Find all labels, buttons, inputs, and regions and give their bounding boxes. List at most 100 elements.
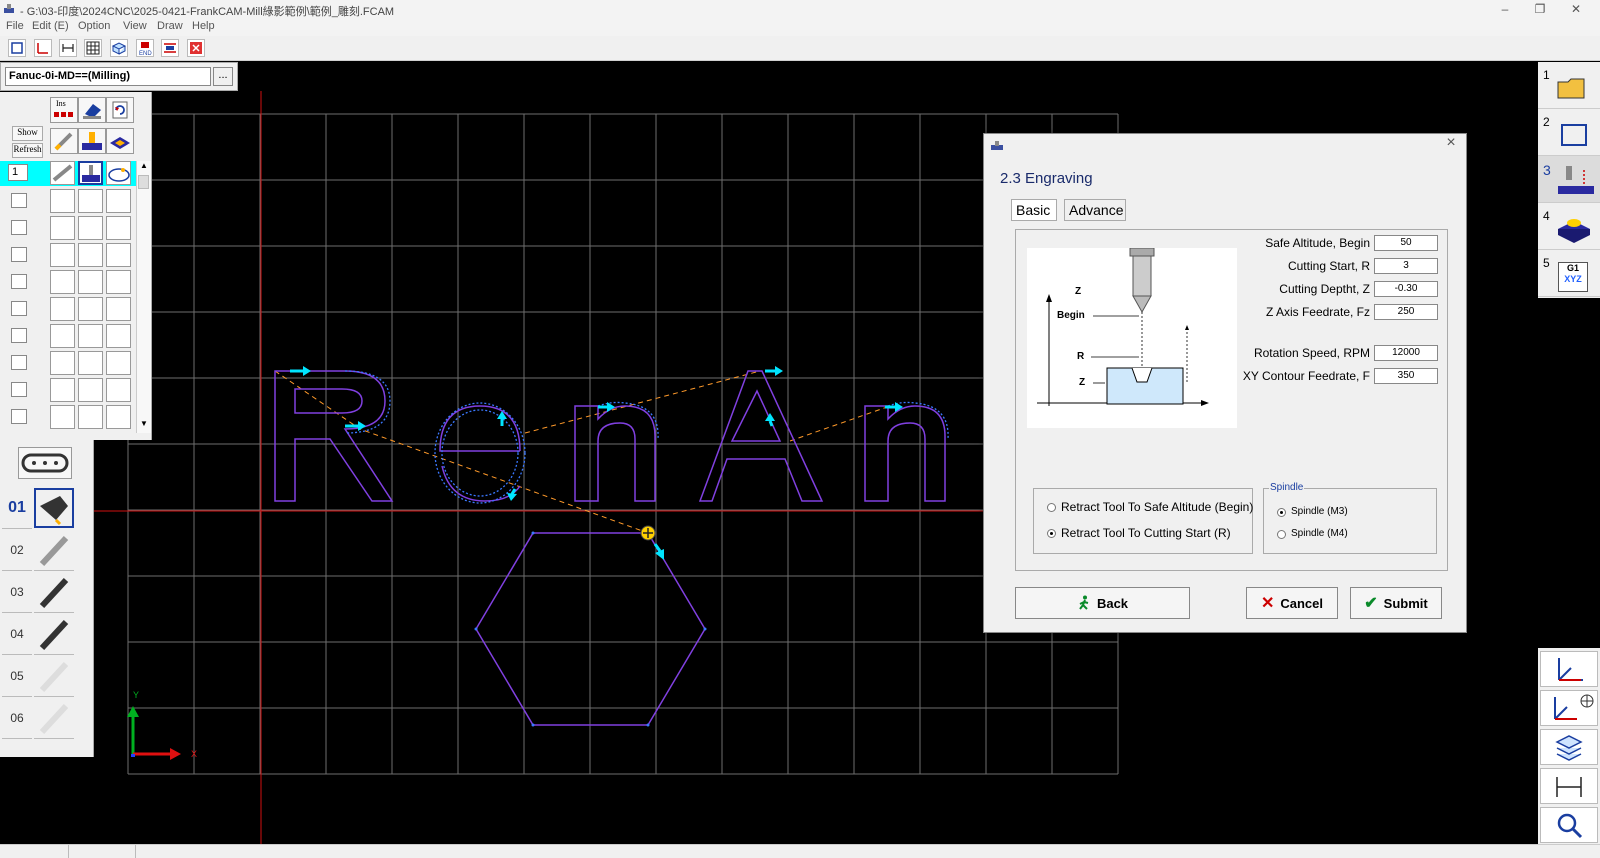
tool-number[interactable]: 03 (2, 572, 32, 613)
op-cell[interactable] (78, 189, 103, 213)
op-cell[interactable] (78, 270, 103, 294)
op-row-checkbox[interactable] (11, 247, 27, 262)
op-cell[interactable] (50, 189, 75, 213)
tool-number[interactable]: 02 (2, 530, 32, 571)
spindle-m3-label[interactable]: Spindle (M3) (1291, 506, 1348, 517)
tool-slot[interactable] (34, 572, 74, 613)
tool-slot[interactable] (34, 614, 74, 655)
contour-op-button[interactable] (106, 128, 134, 154)
show-button[interactable]: Show (12, 126, 43, 141)
3d-view-icon[interactable] (110, 39, 128, 57)
controller-browse-button[interactable]: ... (213, 67, 233, 86)
tool-number[interactable]: 05 (2, 656, 32, 697)
op-cell[interactable] (50, 351, 75, 375)
retract-safe-radio[interactable] (1047, 503, 1056, 512)
spindle-m3-radio[interactable] (1277, 508, 1286, 517)
op-cell[interactable] (50, 297, 75, 321)
step-gcode[interactable]: 5 G1 XYZ (1538, 250, 1600, 297)
op-cell[interactable] (78, 216, 103, 240)
tool-number[interactable]: 06 (2, 698, 32, 739)
op-cell[interactable] (50, 216, 75, 240)
dimension-icon[interactable] (59, 39, 77, 57)
step-open-file[interactable]: 1 (1538, 62, 1600, 109)
back-button[interactable]: Back (1015, 587, 1190, 619)
delete-op-button[interactable] (78, 97, 106, 123)
op-cell[interactable] (106, 243, 131, 267)
regenerate-button[interactable] (106, 97, 134, 123)
submit-button[interactable]: ✔ Submit (1350, 587, 1442, 619)
tab-basic[interactable]: Basic (1011, 199, 1057, 221)
spindle-m4-radio[interactable] (1277, 530, 1286, 539)
op-row-tool-cell[interactable] (50, 161, 75, 185)
op-row-checkbox[interactable] (11, 355, 27, 370)
tool-slot[interactable] (34, 698, 74, 739)
op-cell[interactable] (106, 216, 131, 240)
menu-help[interactable]: Help (192, 20, 215, 32)
op-cell[interactable] (78, 297, 103, 321)
cancel-button[interactable]: ✕ Cancel (1246, 587, 1338, 619)
op-cell[interactable] (106, 297, 131, 321)
op-cell[interactable] (50, 378, 75, 402)
retract-start-label[interactable]: Retract Tool To Cutting Start (R) (1061, 526, 1231, 540)
maximize-button[interactable]: ❐ (1530, 2, 1550, 16)
tool-slot[interactable] (34, 530, 74, 571)
tab-advance[interactable]: Advance (1064, 199, 1126, 221)
op-cell[interactable] (78, 378, 103, 402)
op-cell[interactable] (106, 270, 131, 294)
fit-width-icon[interactable] (161, 39, 179, 57)
step-simulation[interactable]: 4 (1538, 203, 1600, 250)
retract-safe-label[interactable]: Retract Tool To Safe Altitude (Begin) (1061, 500, 1253, 514)
op-cell[interactable] (106, 189, 131, 213)
op-cell[interactable] (106, 378, 131, 402)
op-cell[interactable] (78, 243, 103, 267)
refresh-button[interactable]: Refresh (12, 143, 43, 158)
zoom-button[interactable] (1540, 807, 1598, 843)
step-operation-active[interactable]: 3 (1538, 156, 1600, 203)
z-feedrate-input[interactable]: 250 (1374, 304, 1438, 320)
menu-file[interactable]: File (6, 20, 24, 32)
op-cell[interactable] (78, 405, 103, 429)
menu-draw[interactable]: Draw (157, 20, 183, 32)
op-row-geometry-cell[interactable] (106, 161, 131, 185)
menu-option[interactable]: Option (78, 20, 110, 32)
op-cell[interactable] (78, 324, 103, 348)
op-row-checkbox[interactable] (11, 220, 27, 235)
op-row-checkbox[interactable] (11, 382, 27, 397)
tool-slot-selected[interactable] (34, 488, 74, 528)
op-cell[interactable] (106, 351, 131, 375)
scroll-up-icon[interactable]: ▲ (140, 161, 148, 170)
xz-view-icon[interactable] (34, 39, 52, 57)
axis-view-button[interactable] (1540, 651, 1598, 687)
op-cell[interactable] (106, 324, 131, 348)
op-row-number[interactable]: 1 (8, 164, 28, 181)
op-row-checkbox[interactable] (11, 193, 27, 208)
op-cell[interactable] (50, 270, 75, 294)
op-cell[interactable] (106, 405, 131, 429)
op-scrollbar[interactable]: ▲ ▼ (136, 161, 151, 433)
op-row-checkbox[interactable] (11, 328, 27, 343)
dialog-close-button[interactable]: × (1440, 134, 1462, 154)
insert-button[interactable]: Ins (50, 97, 78, 123)
op-row-checkbox[interactable] (11, 301, 27, 316)
cutting-start-input[interactable]: 3 (1374, 258, 1438, 274)
close-window-button[interactable]: ✕ (1566, 2, 1586, 16)
menu-view[interactable]: View (123, 20, 147, 32)
select-window-icon[interactable] (8, 39, 26, 57)
pocket-op-button[interactable] (78, 128, 106, 154)
scroll-down-icon[interactable]: ▼ (140, 419, 148, 428)
zoom-extents-icon[interactable] (187, 39, 205, 57)
controller-input[interactable]: Fanuc-0i-MD==(Milling) (5, 67, 211, 86)
step-geometry[interactable]: 2 (1538, 109, 1600, 156)
menu-edit[interactable]: Edit (E) (32, 20, 69, 32)
grid-icon[interactable] (84, 39, 102, 57)
tool-library-button[interactable] (18, 447, 72, 479)
measure-button[interactable] (1540, 768, 1598, 804)
cutting-depth-input[interactable]: -0.30 (1374, 281, 1438, 297)
op-cell[interactable] (50, 324, 75, 348)
op-cell[interactable] (50, 405, 75, 429)
op-cell[interactable] (78, 351, 103, 375)
xy-feedrate-input[interactable]: 350 (1374, 368, 1438, 384)
op-row-type-cell[interactable] (78, 161, 103, 185)
rpm-input[interactable]: 12000 (1374, 345, 1438, 361)
tool-number[interactable]: 01 (2, 488, 32, 529)
